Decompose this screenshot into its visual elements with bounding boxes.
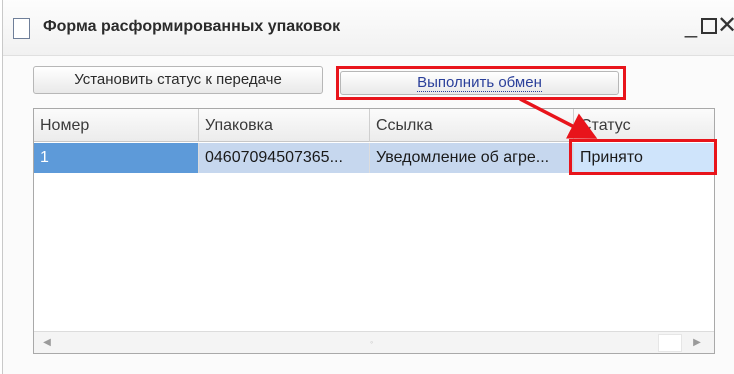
column-header-package[interactable]: Упаковка <box>199 109 370 142</box>
window-title: Форма расформированных упаковок <box>43 18 341 35</box>
form-window: Форма расформированных упаковок _ ✕ Уста… <box>2 0 734 374</box>
column-header-status[interactable]: Статус <box>574 109 714 142</box>
scroll-grip-icon: ◦ <box>370 337 374 347</box>
exchange-button[interactable]: Выполнить обмен <box>340 71 619 95</box>
close-button[interactable]: ✕ <box>713 11 734 41</box>
column-header-link[interactable]: Ссылка <box>370 109 574 142</box>
horizontal-scrollbar[interactable]: ◀ ◦ ▶ <box>34 331 714 353</box>
table-header: Номер Упаковка Ссылка Статус <box>34 109 714 142</box>
cell-package[interactable]: 04607094507365... <box>199 143 370 173</box>
column-header-number[interactable]: Номер <box>34 109 199 142</box>
cell-status[interactable]: Принято <box>574 143 714 173</box>
exchange-button-label: Выполнить обмен <box>417 74 542 92</box>
scroll-left-icon[interactable]: ◀ <box>38 335 56 350</box>
cell-number[interactable]: 1 <box>34 143 199 173</box>
title-bar: Форма расформированных упаковок _ ✕ <box>3 0 734 56</box>
table-row[interactable]: 1 04607094507365... Уведомление об агре.… <box>34 143 714 173</box>
scroll-corner <box>658 334 682 352</box>
document-icon <box>13 18 30 39</box>
packages-table: Номер Упаковка Ссылка Статус 1 046070945… <box>33 108 715 354</box>
cell-link[interactable]: Уведомление об агре... <box>370 143 574 173</box>
scroll-right-icon[interactable]: ▶ <box>688 335 706 350</box>
set-status-button[interactable]: Установить статус к передаче <box>33 66 323 94</box>
